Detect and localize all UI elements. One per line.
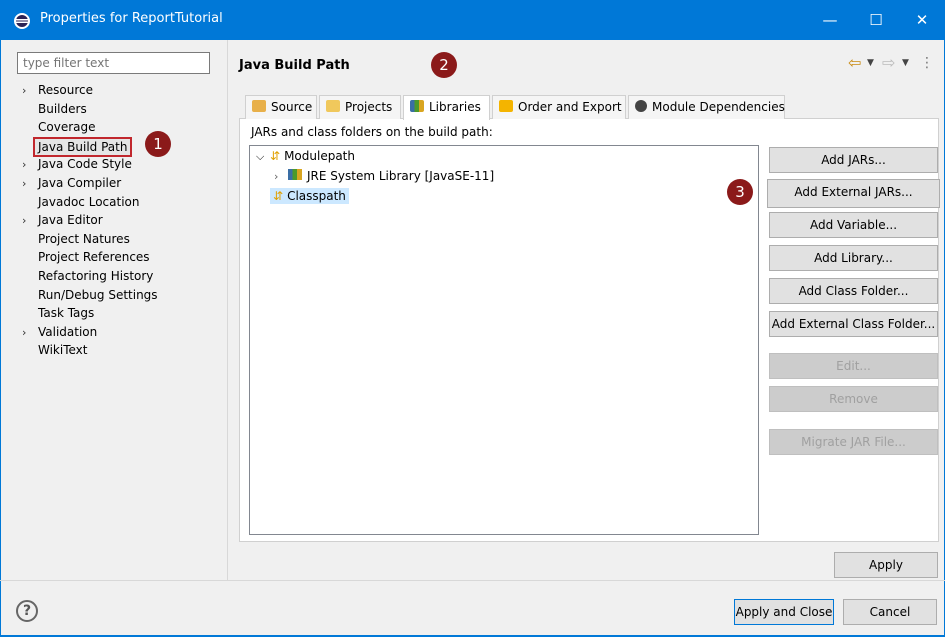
chevron-down-icon[interactable]: ⌵ (256, 147, 270, 167)
tree-item-run-debug-settings[interactable]: Run/Debug Settings (22, 286, 158, 304)
projects-icon (326, 100, 340, 112)
back-dropdown-icon[interactable]: ▼ (867, 54, 874, 72)
tree-item-java-editor[interactable]: › Java Editor (22, 211, 103, 229)
eclipse-icon (14, 13, 30, 29)
apply-button[interactable]: Apply (834, 552, 938, 578)
tree-item-label: Run/Debug Settings (38, 288, 158, 302)
chevron-right-icon[interactable]: › (22, 175, 38, 193)
tree-item-wikitext[interactable]: WikiText (22, 341, 88, 359)
add-variable-button[interactable]: Add Variable... (769, 212, 938, 238)
tree-item-java-code-style[interactable]: › Java Code Style (22, 155, 132, 173)
annotation-badge-1: 1 (145, 131, 171, 157)
build-path-tree[interactable]: ⌵ ⇵ Modulepath › JRE System Library [JavaSE… (249, 145, 759, 535)
tree-item-label: Resource (38, 83, 94, 97)
tree-item-java-compiler[interactable]: › Java Compiler (22, 174, 121, 192)
minimize-button[interactable]: — (807, 0, 853, 40)
modulepath-icon: ⇵ (270, 149, 281, 163)
source-icon (252, 100, 266, 112)
migrate-jar-button[interactable]: Migrate JAR File... (769, 429, 938, 455)
chevron-right-icon[interactable]: › (274, 167, 288, 187)
tree-item-label: Validation (38, 325, 98, 339)
tab-source[interactable]: Source (245, 95, 317, 119)
selection-highlight: ⇵ Classpath (270, 188, 349, 204)
tree-item-builders[interactable]: Builders (22, 100, 87, 118)
chevron-right-icon[interactable]: › (22, 156, 38, 174)
forward-dropdown-icon[interactable]: ▼ (902, 54, 909, 72)
tree-item-label: Java Editor (38, 213, 103, 227)
tree-item-label: Java Compiler (38, 176, 122, 190)
build-path-label: JARs and class folders on the build path… (251, 125, 493, 139)
tree-item-project-natures[interactable]: Project Natures (22, 230, 130, 248)
tab-order-and-export[interactable]: Order and Export (492, 95, 626, 119)
tree-item-label: Project References (38, 250, 150, 264)
panel-divider[interactable] (227, 40, 228, 580)
tree-item-java-build-path[interactable]: Java Build Path (22, 137, 133, 157)
tree-item-refactoring-history[interactable]: Refactoring History (22, 267, 153, 285)
tree-item-label: Java Code Style (38, 157, 132, 171)
add-external-class-folder-button[interactable]: Add External Class Folder... (769, 311, 938, 337)
title-bar: Properties for ReportTutorial — ☐ ✕ (0, 0, 945, 40)
tree-item-label: Javadoc Location (38, 195, 140, 209)
tree-item-label: WikiText (38, 343, 88, 357)
tree-item-label: Coverage (38, 120, 96, 134)
maximize-button[interactable]: ☐ (853, 0, 899, 40)
classpath-icon: ⇵ (273, 189, 284, 203)
cancel-button[interactable]: Cancel (843, 599, 937, 625)
libraries-icon (410, 100, 424, 112)
annotation-badge-2: 2 (431, 52, 457, 78)
tree-item-validation[interactable]: › Validation (22, 323, 97, 341)
apply-and-close-button[interactable]: Apply and Close (734, 599, 834, 625)
back-arrow-icon[interactable]: ⇦ (848, 54, 861, 72)
window-title: Properties for ReportTutorial (40, 11, 223, 26)
tab-projects[interactable]: Projects (319, 95, 401, 119)
order-export-icon (499, 100, 513, 112)
chevron-right-icon[interactable]: › (22, 82, 38, 100)
tree-node-classpath[interactable]: ⇵ Classpath (250, 186, 758, 206)
close-button[interactable]: ✕ (899, 0, 945, 40)
tree-item-label: Refactoring History (38, 269, 154, 283)
tab-module-dependencies[interactable]: Module Dependencies (628, 95, 785, 119)
tree-item-javadoc-location[interactable]: Javadoc Location (22, 193, 139, 211)
add-library-button[interactable]: Add Library... (769, 245, 938, 271)
add-class-folder-button[interactable]: Add Class Folder... (769, 278, 938, 304)
tree-item-label: Project Natures (38, 232, 130, 246)
footer-separator (0, 580, 945, 581)
tree-node-modulepath[interactable]: ⌵ ⇵ Modulepath (250, 146, 758, 166)
page-title: Java Build Path (239, 58, 350, 73)
tree-item-label: Builders (38, 102, 87, 116)
view-menu-icon[interactable]: ⋮ (920, 54, 934, 72)
chevron-right-icon[interactable]: › (22, 324, 38, 342)
add-external-jars-button[interactable]: Add External JARs... (767, 179, 940, 208)
tree-item-coverage[interactable]: Coverage (22, 118, 96, 136)
tree-item-task-tags[interactable]: Task Tags (22, 304, 94, 322)
remove-button[interactable]: Remove (769, 386, 938, 412)
library-icon (288, 169, 302, 180)
module-dependencies-icon (635, 100, 647, 112)
tree-item-resource[interactable]: › Resource (22, 81, 93, 99)
edit-button[interactable]: Edit... (769, 353, 938, 379)
forward-arrow-icon[interactable]: ⇨ (882, 54, 895, 72)
tree-node-jre-library[interactable]: › JRE System Library [JavaSE-11] (250, 166, 758, 186)
tab-libraries[interactable]: Libraries (403, 95, 490, 120)
tree-item-label: Java Build Path (33, 137, 133, 157)
window-border-left (0, 0, 1, 637)
filter-input[interactable] (17, 52, 210, 74)
annotation-badge-3: 3 (727, 179, 753, 205)
chevron-right-icon[interactable]: › (22, 212, 38, 230)
add-jars-button[interactable]: Add JARs... (769, 147, 938, 173)
help-icon[interactable]: ? (16, 600, 38, 622)
tree-item-project-references[interactable]: Project References (22, 248, 150, 266)
tree-item-label: Task Tags (38, 306, 95, 320)
